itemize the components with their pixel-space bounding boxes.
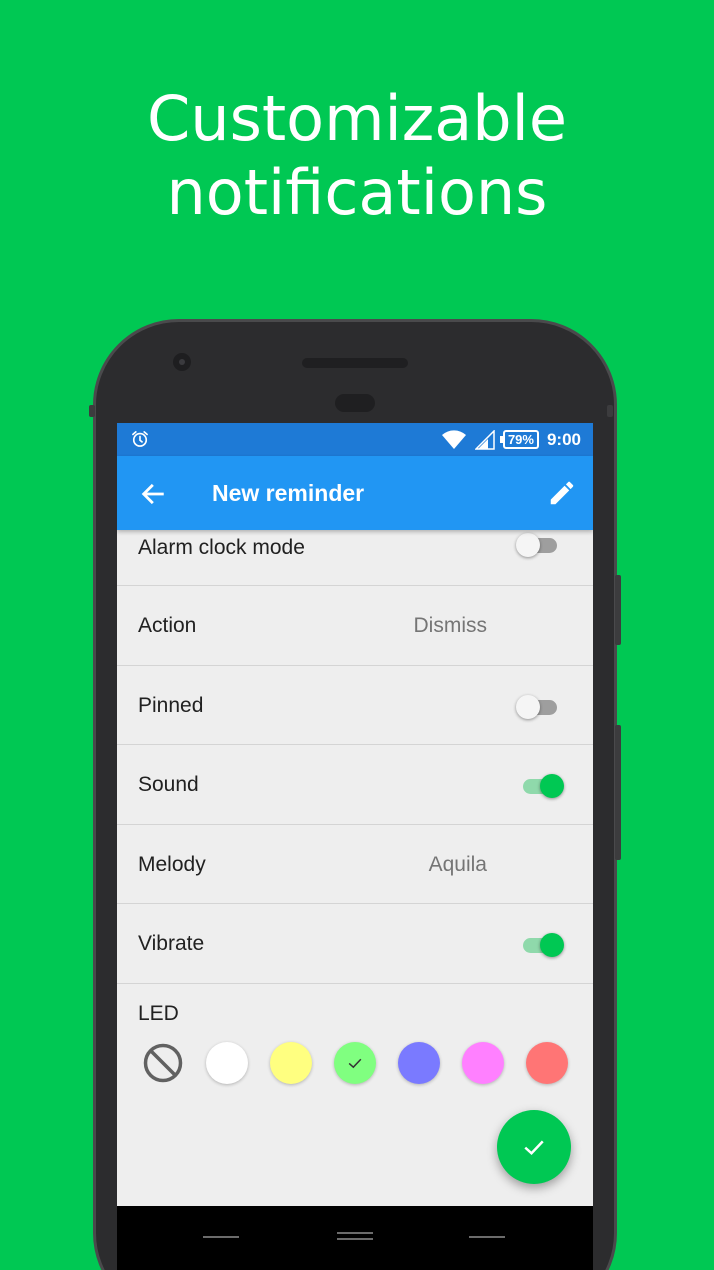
status-bar: 79% 9:00	[117, 423, 593, 456]
nav-home-button[interactable]	[337, 1232, 373, 1234]
settings-row[interactable]: Sound	[117, 745, 593, 825]
power-button	[615, 725, 621, 860]
settings-row-value: Dismiss	[413, 614, 488, 637]
led-color-pink[interactable]	[462, 1041, 504, 1084]
settings-row[interactable]: Action Dismiss	[117, 586, 593, 666]
settings-row[interactable]: Melody Aquila	[117, 825, 593, 904]
settings-row-value: Aquila	[428, 852, 487, 876]
status-clock: 9:00	[546, 429, 581, 449]
led-color-picker	[142, 1041, 568, 1084]
headline-line-2: notifications	[166, 156, 548, 229]
led-color-white[interactable]	[206, 1041, 248, 1084]
headline-line-1: Customizable	[146, 82, 567, 155]
led-color-blue[interactable]	[398, 1041, 440, 1084]
signal-icon	[474, 429, 495, 450]
led-color-red[interactable]	[526, 1041, 568, 1084]
switch-thumb	[540, 774, 564, 798]
wifi-icon	[441, 429, 466, 449]
settings-row-label: Action	[138, 614, 197, 637]
front-camera	[173, 353, 191, 371]
phone-side-notch	[89, 405, 95, 417]
page-title: New reminder	[212, 480, 365, 506]
nav-back-button[interactable]	[203, 1236, 239, 1238]
toggle-switch[interactable]	[516, 694, 557, 719]
headline: Customizable notifications	[0, 82, 714, 230]
nav-recents-button[interactable]	[469, 1236, 505, 1238]
volume-button	[615, 575, 621, 645]
status-right: 79% 9:00	[441, 423, 581, 456]
settings-row[interactable]: Pinned	[117, 666, 593, 745]
check-icon	[524, 1140, 544, 1155]
app-bar: New reminder	[117, 456, 593, 530]
settings-row-label: Alarm clock mode	[138, 536, 305, 559]
proximity-sensor	[335, 394, 375, 412]
toggle-switch[interactable]	[523, 933, 564, 957]
led-color-green[interactable]	[334, 1041, 376, 1084]
earpiece-speaker	[302, 358, 408, 368]
settings-list: Alarm clock mode Action Dismiss Pinned Sound…	[117, 530, 593, 984]
phone-screen: 79% 9:00 New reminder Alarm clock mode Ac…	[117, 423, 593, 1270]
arrow-back-icon[interactable]	[139, 480, 167, 508]
settings-row-label: Pinned	[138, 693, 204, 717]
settings-row-label: Melody	[138, 852, 206, 876]
settings-row-label: Sound	[138, 773, 199, 796]
check-icon	[348, 1058, 362, 1068]
switch-thumb	[540, 933, 564, 957]
battery-indicator: 79%	[499, 430, 539, 449]
switch-thumb	[516, 694, 540, 719]
settings-row-label: Vibrate	[138, 932, 205, 955]
save-fab-button[interactable]	[497, 1110, 571, 1184]
alarm-icon	[132, 431, 148, 447]
phone-side-notch	[607, 405, 613, 417]
toggle-switch[interactable]	[523, 774, 564, 798]
system-nav-bar	[117, 1206, 593, 1270]
settings-row[interactable]: Vibrate	[117, 904, 593, 984]
led-color-yellow[interactable]	[270, 1041, 312, 1084]
pencil-icon[interactable]	[547, 478, 577, 508]
led-label: LED	[138, 1001, 179, 1025]
switch-thumb	[516, 533, 540, 557]
no-color-icon	[143, 1043, 183, 1082]
nav-home-button-line	[337, 1238, 373, 1240]
led-color-none[interactable]	[142, 1042, 184, 1084]
toggle-switch[interactable]	[516, 533, 557, 557]
settings-row[interactable]: Alarm clock mode	[117, 530, 593, 586]
